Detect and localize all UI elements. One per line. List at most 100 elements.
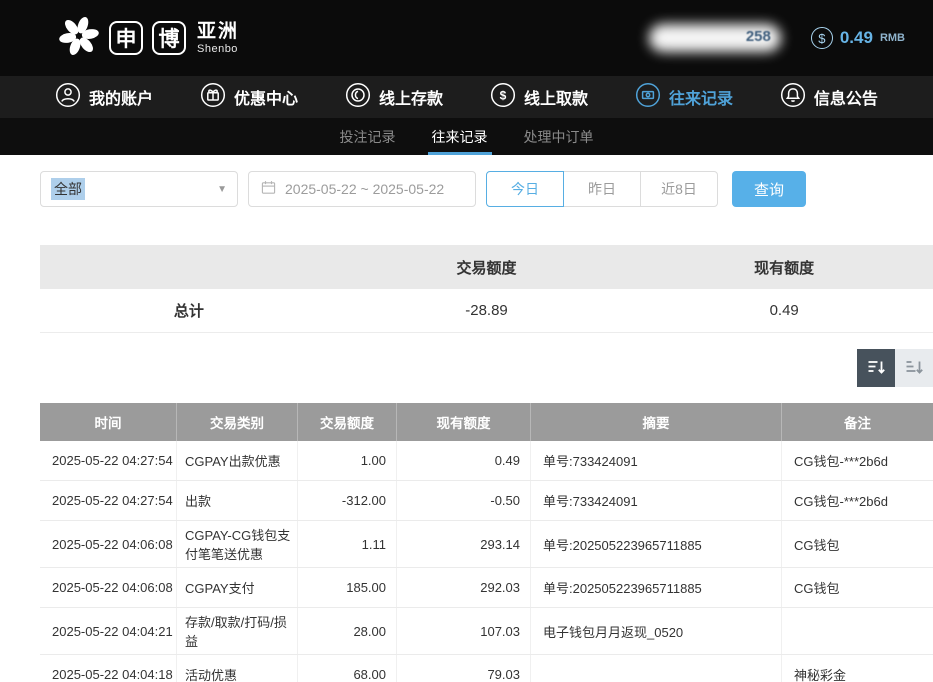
flower-logo-icon <box>58 15 100 62</box>
column-header-time: 时间 <box>40 403 177 441</box>
cell-remark: CG钱包-***2b6d <box>782 441 933 480</box>
table-row: 2025-05-22 04:27:54 出款 -312.00 -0.50 单号:… <box>40 481 933 521</box>
cell-remark: CG钱包 <box>782 568 933 607</box>
cell-type: 存款/取款/打码/损益 <box>177 608 298 654</box>
cell-remark: CG钱包-***2b6d <box>782 481 933 520</box>
brand-name-suffix: 亚洲 <box>197 21 239 43</box>
cell-balance: -0.50 <box>397 481 531 520</box>
column-header-type: 交易类别 <box>177 403 298 441</box>
summary-table: 交易额度 现有额度 总计 -28.89 0.49 <box>40 245 933 333</box>
cell-balance: 292.03 <box>397 568 531 607</box>
sort-toolbar <box>0 349 933 387</box>
cell-summary <box>531 655 782 682</box>
table-row: 2025-05-22 04:27:54 CGPAY出款优惠 1.00 0.49 … <box>40 441 933 481</box>
table-row: 2025-05-22 04:04:18 活动优惠 68.00 79.03 神秘彩… <box>40 655 933 682</box>
nav-label: 线上存款 <box>379 85 443 109</box>
nav-item-records[interactable]: 往来记录 <box>635 82 733 113</box>
account-number-blurred[interactable]: 258 <box>649 24 781 52</box>
cell-remark <box>782 608 933 654</box>
cell-summary: 单号:733424091 <box>531 441 782 480</box>
header-right: 258 $ 0.49 RMB <box>649 24 905 52</box>
table-row: 2025-05-22 04:06:08 CGPAY-CG钱包支付笔笔送优惠 1.… <box>40 521 933 568</box>
bell-icon <box>780 82 806 113</box>
withdraw-coin-icon: $ <box>490 82 516 113</box>
cell-type: 活动优惠 <box>177 655 298 682</box>
cell-summary: 单号:733424091 <box>531 481 782 520</box>
cell-summary: 单号:202505223965711885 <box>531 568 782 607</box>
nav-label: 优惠中心 <box>234 85 298 109</box>
cell-time: 2025-05-22 04:04:18 <box>40 655 177 682</box>
column-header-remark: 备注 <box>782 403 933 441</box>
yesterday-button[interactable]: 昨日 <box>563 171 641 207</box>
table-header-row: 时间 交易类别 交易额度 现有额度 摘要 备注 <box>40 403 933 441</box>
cell-amount: 68.00 <box>298 655 397 682</box>
balance-display[interactable]: $ 0.49 RMB <box>811 27 905 49</box>
sort-descending-button[interactable] <box>857 349 895 387</box>
filter-toolbar: 全部 ▼ 2025-05-22 ~ 2025-05-22 今日 昨日 近8日 查… <box>40 171 893 207</box>
nav-label: 往来记录 <box>669 85 733 109</box>
summary-header-current-balance: 现有额度 <box>635 257 933 278</box>
cell-summary: 电子钱包月月返现_0520 <box>531 608 782 654</box>
transaction-type-select[interactable]: 全部 ▼ <box>40 171 238 207</box>
today-button[interactable]: 今日 <box>486 171 564 207</box>
cell-balance: 79.03 <box>397 655 531 682</box>
gift-icon <box>200 82 226 113</box>
summary-transaction-amount: -28.89 <box>338 302 636 319</box>
cell-amount: 28.00 <box>298 608 397 654</box>
cell-remark: CG钱包 <box>782 521 933 567</box>
nav-item-announcements[interactable]: 信息公告 <box>780 82 878 113</box>
chevron-down-icon: ▼ <box>217 184 227 195</box>
summary-header-transaction-amount: 交易额度 <box>338 257 636 278</box>
brand-logo[interactable]: 申 博 亚洲 Shenbo <box>58 15 239 62</box>
balance-currency: RMB <box>880 32 905 44</box>
cell-time: 2025-05-22 04:06:08 <box>40 568 177 607</box>
column-header-summary: 摘要 <box>531 403 782 441</box>
balance-amount: 0.49 <box>840 28 873 48</box>
tab-betting-records[interactable]: 投注记录 <box>334 118 402 155</box>
records-icon <box>635 82 661 113</box>
summary-header-row: 交易额度 现有额度 <box>40 245 933 289</box>
table-row: 2025-05-22 04:06:08 CGPAY支付 185.00 292.0… <box>40 568 933 608</box>
cell-type: CGPAY-CG钱包支付笔笔送优惠 <box>177 521 298 567</box>
brand-char-shen: 申 <box>109 21 143 55</box>
cell-amount: -312.00 <box>298 481 397 520</box>
sort-descending-icon <box>866 357 886 380</box>
nav-label: 我的账户 <box>89 85 153 109</box>
sub-navigation: 投注记录 往来记录 处理中订单 <box>0 118 933 155</box>
column-header-amount: 交易额度 <box>298 403 397 441</box>
last-8-days-button[interactable]: 近8日 <box>640 171 718 207</box>
summary-current-balance: 0.49 <box>635 302 933 319</box>
nav-label: 信息公告 <box>814 85 878 109</box>
cell-type: CGPAY出款优惠 <box>177 441 298 480</box>
column-header-balance: 现有额度 <box>397 403 531 441</box>
sort-ascending-button[interactable] <box>895 349 933 387</box>
calendar-icon <box>261 180 276 198</box>
svg-text:$: $ <box>500 88 507 102</box>
account-number-suffix: 258 <box>746 28 771 45</box>
select-value: 全部 <box>51 178 85 200</box>
summary-total-row: 总计 -28.89 0.49 <box>40 289 933 333</box>
date-range-input[interactable]: 2025-05-22 ~ 2025-05-22 <box>248 171 476 207</box>
records-table: 时间 交易类别 交易额度 现有额度 摘要 备注 2025-05-22 04:27… <box>40 403 933 682</box>
user-icon <box>55 82 81 113</box>
summary-total-label: 总计 <box>40 300 338 321</box>
main-navigation: 我的账户 优惠中心 线上存款 $ 线上取款 <box>0 76 933 118</box>
cell-time: 2025-05-22 04:27:54 <box>40 481 177 520</box>
table-row: 2025-05-22 04:04:21 存款/取款/打码/损益 28.00 10… <box>40 608 933 655</box>
brand-name-sub: Shenbo <box>197 43 239 56</box>
tab-processing-orders[interactable]: 处理中订单 <box>518 118 600 155</box>
date-range-value: 2025-05-22 ~ 2025-05-22 <box>285 181 444 197</box>
nav-item-withdraw[interactable]: $ 线上取款 <box>490 82 588 113</box>
cell-amount: 1.00 <box>298 441 397 480</box>
quick-date-buttons: 今日 昨日 近8日 <box>486 171 718 207</box>
nav-item-my-account[interactable]: 我的账户 <box>55 82 153 113</box>
nav-item-promotions[interactable]: 优惠中心 <box>200 82 298 113</box>
nav-item-deposit[interactable]: 线上存款 <box>345 82 443 113</box>
cell-time: 2025-05-22 04:27:54 <box>40 441 177 480</box>
top-header-bar: 申 博 亚洲 Shenbo 258 $ 0.49 RMB <box>0 0 933 76</box>
tab-transaction-records[interactable]: 往来记录 <box>426 118 494 155</box>
sort-ascending-icon <box>904 357 924 380</box>
search-button[interactable]: 查询 <box>732 171 806 207</box>
cell-balance: 293.14 <box>397 521 531 567</box>
nav-label: 线上取款 <box>524 85 588 109</box>
